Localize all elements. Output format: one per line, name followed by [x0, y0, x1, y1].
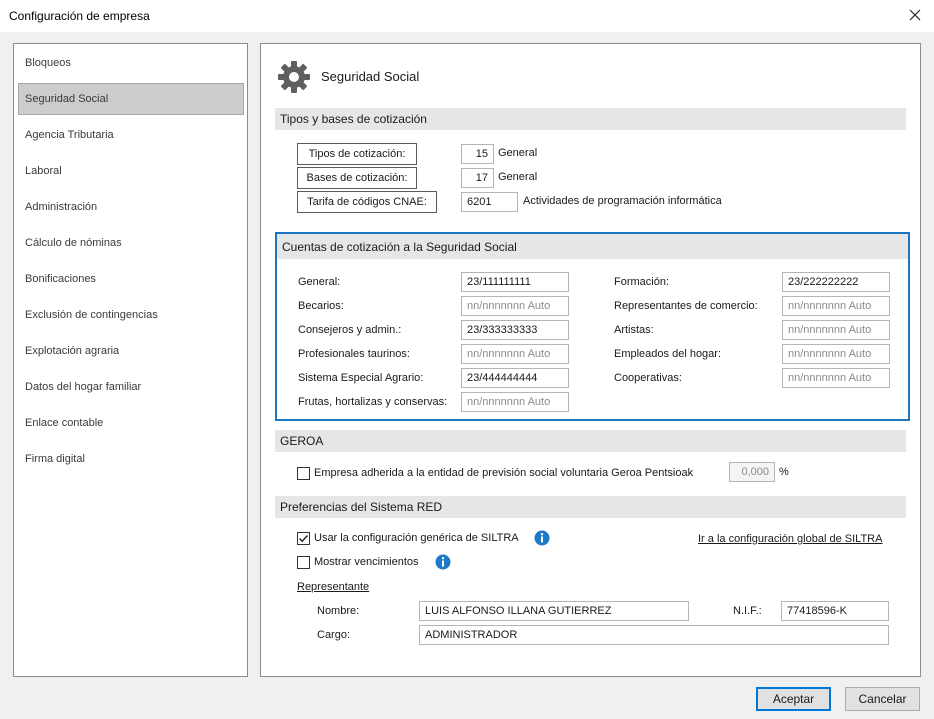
tarifa-cnae-button[interactable]: Tarifa de códigos CNAE: — [297, 191, 437, 213]
sidebar-item-datos-hogar[interactable]: Datos del hogar familiar — [18, 371, 244, 403]
close-icon[interactable] — [902, 4, 928, 26]
siltra-global-config-link[interactable]: Ir a la configuración global de SILTRA — [698, 533, 882, 545]
nif-label: N.I.F.: — [733, 605, 762, 617]
mostrar-vencimientos-checkbox[interactable] — [297, 556, 310, 569]
tipos-cotizacion-desc: General — [498, 147, 538, 159]
info-icon[interactable] — [534, 530, 550, 546]
sidebar-item-label: Agencia Tributaria — [25, 129, 114, 141]
cuenta-hogar-label: Empleados del hogar: — [614, 348, 722, 360]
cuenta-hogar-input[interactable]: nn/nnnnnnn Auto — [782, 344, 890, 364]
cuenta-frutas-label: Frutas, hortalizas y conservas: — [298, 396, 448, 408]
sidebar-item-label: Administración — [25, 201, 98, 213]
sidebar-item-bloqueos[interactable]: Bloqueos — [18, 47, 244, 79]
nombre-label: Nombre: — [317, 605, 360, 617]
tipos-cotizacion-input[interactable]: 15 — [461, 144, 494, 164]
cuenta-frutas-input[interactable]: nn/nnnnnnn Auto — [461, 392, 569, 412]
sidebar-item-label: Enlace contable — [25, 417, 104, 429]
cuenta-cooperativas-input[interactable]: nn/nnnnnnn Auto — [782, 368, 890, 388]
cuenta-artistas-input[interactable]: nn/nnnnnnn Auto — [782, 320, 890, 340]
sidebar-item-label: Cálculo de nóminas — [25, 237, 122, 249]
representante-heading: Representante — [297, 581, 370, 593]
title-bar: Configuración de empresa — [0, 0, 934, 32]
gear-icon — [278, 61, 310, 93]
sidebar-item-laboral[interactable]: Laboral — [18, 155, 244, 187]
accept-button[interactable]: Aceptar — [756, 687, 831, 711]
sidebar-item-label: Exclusión de contingencias — [25, 309, 158, 321]
section-header-label: Preferencias del Sistema RED — [280, 500, 443, 514]
cuentas-cotizacion-group: Cuentas de cotización a la Seguridad Soc… — [275, 232, 910, 421]
sidebar-item-explotacion-agraria[interactable]: Explotación agraria — [18, 335, 244, 367]
section-header-tipos: Tipos y bases de cotización — [275, 108, 906, 130]
section-header-geroa: GEROA — [275, 430, 906, 452]
sidebar-item-seguridad-social[interactable]: Seguridad Social — [18, 83, 244, 115]
sidebar: Bloqueos Seguridad Social Agencia Tribut… — [13, 43, 248, 677]
cuenta-representantes-label: Representantes de comercio: — [614, 300, 758, 312]
window-title: Configuración de empresa — [9, 9, 150, 23]
section-header-label: GEROA — [280, 434, 324, 448]
section-header-red: Preferencias del Sistema RED — [275, 496, 906, 518]
cuenta-becarios-input[interactable]: nn/nnnnnnn Auto — [461, 296, 569, 316]
sidebar-item-label: Explotación agraria — [25, 345, 120, 357]
sidebar-item-label: Laboral — [25, 165, 62, 177]
usar-siltra-checkbox[interactable] — [297, 532, 310, 545]
percent-sign: % — [779, 466, 789, 478]
bases-cotizacion-button[interactable]: Bases de cotización: — [297, 167, 417, 189]
mostrar-vencimientos-label: Mostrar vencimientos — [314, 556, 419, 568]
nombre-input[interactable]: LUIS ALFONSO ILLANA GUTIERREZ — [419, 601, 689, 621]
usar-siltra-label: Usar la configuración genérica de SILTRA — [314, 532, 519, 544]
cargo-input[interactable]: ADMINISTRADOR — [419, 625, 889, 645]
cuenta-general-input[interactable]: 23/111111111 — [461, 272, 569, 292]
checkmark-icon — [299, 535, 309, 543]
cuenta-artistas-label: Artistas: — [614, 324, 654, 336]
info-icon[interactable] — [435, 554, 451, 570]
cuenta-consejeros-input[interactable]: 23/333333333 — [461, 320, 569, 340]
section-header-cuentas: Cuentas de cotización a la Seguridad Soc… — [277, 234, 908, 259]
sidebar-item-calculo-nominas[interactable]: Cálculo de nóminas — [18, 227, 244, 259]
sidebar-item-label: Bloqueos — [25, 57, 71, 69]
dialog-body: Bloqueos Seguridad Social Agencia Tribut… — [0, 32, 934, 719]
sidebar-item-firma-digital[interactable]: Firma digital — [18, 443, 244, 475]
section-header-label: Tipos y bases de cotización — [280, 112, 427, 126]
cuenta-formacion-label: Formación: — [614, 276, 670, 288]
sidebar-item-agencia-tributaria[interactable]: Agencia Tributaria — [18, 119, 244, 151]
cuenta-becarios-label: Becarios: — [298, 300, 344, 312]
sidebar-item-bonificaciones[interactable]: Bonificaciones — [18, 263, 244, 295]
cuenta-formacion-input[interactable]: 23/222222222 — [782, 272, 890, 292]
cuenta-consejeros-label: Consejeros y admin.: — [298, 324, 402, 336]
sidebar-item-enlace-contable[interactable]: Enlace contable — [18, 407, 244, 439]
sidebar-item-label: Firma digital — [25, 453, 85, 465]
bases-cotizacion-input[interactable]: 17 — [461, 168, 494, 188]
cuenta-taurinos-input[interactable]: nn/nnnnnnn Auto — [461, 344, 569, 364]
sidebar-item-label: Seguridad Social — [25, 93, 109, 105]
geroa-checkbox-label: Empresa adherida a la entidad de previsi… — [314, 467, 694, 479]
sidebar-item-label: Datos del hogar familiar — [25, 381, 142, 393]
section-header-label: Cuentas de cotización a la Seguridad Soc… — [282, 240, 517, 254]
cancel-button[interactable]: Cancelar — [845, 687, 920, 711]
nif-input[interactable]: 77418596-K — [781, 601, 889, 621]
cuenta-general-label: General: — [298, 276, 341, 288]
cuenta-agrario-input[interactable]: 23/444444444 — [461, 368, 569, 388]
cuenta-representantes-input[interactable]: nn/nnnnnnn Auto — [782, 296, 890, 316]
cnae-input[interactable]: 6201 — [461, 192, 518, 212]
sidebar-item-administracion[interactable]: Administración — [18, 191, 244, 223]
sidebar-item-exclusion-contingencias[interactable]: Exclusión de contingencias — [18, 299, 244, 331]
cargo-label: Cargo: — [317, 629, 351, 641]
sidebar-item-label: Bonificaciones — [25, 273, 96, 285]
cuenta-cooperativas-label: Cooperativas: — [614, 372, 682, 384]
cnae-desc: Actividades de programación informática — [523, 195, 722, 207]
page-title: Seguridad Social — [321, 69, 420, 84]
bases-cotizacion-desc: General — [498, 171, 538, 183]
geroa-checkbox[interactable] — [297, 467, 310, 480]
cuenta-taurinos-label: Profesionales taurinos: — [298, 348, 410, 360]
cuenta-agrario-label: Sistema Especial Agrario: — [298, 372, 424, 384]
tipos-cotizacion-button[interactable]: Tipos de cotización: — [297, 143, 417, 165]
settings-panel: Seguridad Social Tipos y bases de cotiza… — [260, 43, 921, 677]
geroa-percent-input[interactable]: 0,000 — [729, 462, 775, 482]
